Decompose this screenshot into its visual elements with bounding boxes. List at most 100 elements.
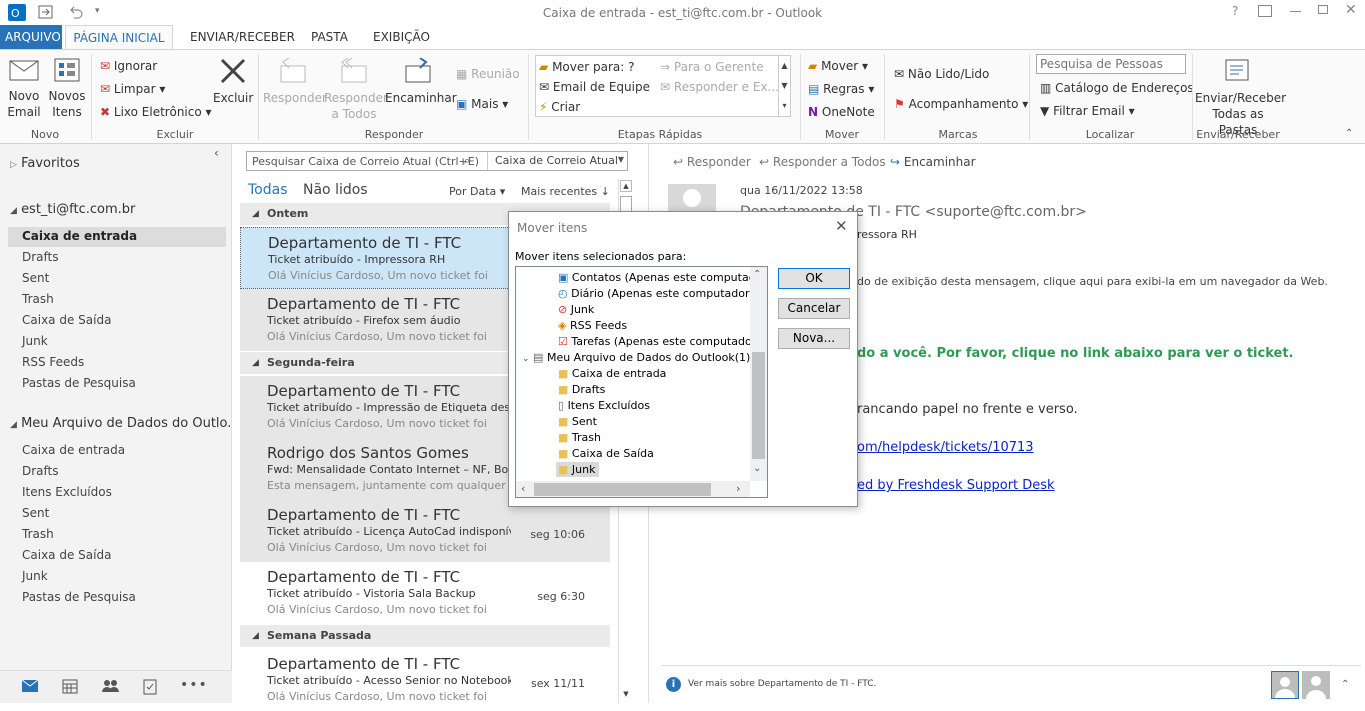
scroll-down-arrow[interactable]: ⌄ [753, 463, 761, 474]
scroll-thumb[interactable] [534, 483, 711, 496]
datafile-outbox[interactable]: Caixa de Saída [22, 548, 111, 562]
favorites-header[interactable]: ▷ Favoritos [10, 156, 80, 171]
reading-reply-all-button[interactable]: ↩ Responder a Todos [759, 155, 886, 169]
restore-icon[interactable] [1318, 5, 1328, 14]
datafile-search[interactable]: Pastas de Pesquisa [22, 590, 136, 604]
junk-button[interactable]: ✖ Lixo Eletrônico ▾ [100, 104, 212, 120]
tree-item-tasks[interactable]: ☑ Tarefas (Apenas este computador) [558, 335, 761, 348]
mail-icon[interactable] [21, 679, 39, 696]
mailbox-search-box[interactable]: Pesquisar Caixa de Correio Atual (Ctrl+E… [246, 151, 628, 171]
folder-outbox[interactable]: Caixa de Saída [22, 313, 111, 327]
ok-button[interactable]: OK [778, 268, 850, 289]
folder-inbox[interactable]: Caixa de entrada [22, 229, 137, 243]
follow-up-button[interactable]: ⚑ Acompanhamento ▾ [894, 96, 1028, 112]
quick-step-move-to[interactable]: ▰ Mover para: ? [539, 59, 634, 75]
sort-by-dropdown[interactable]: Por Data ▾ [449, 185, 505, 198]
rules-button[interactable]: ▤ Regras ▾ [808, 81, 874, 97]
datafile-deleted[interactable]: Itens Excluídos [22, 485, 112, 499]
tree-hscroll[interactable]: ‹ › [516, 481, 750, 497]
tasks-icon[interactable] [142, 677, 158, 698]
datafile-sent[interactable]: Sent [22, 506, 49, 520]
tree-item-drafts[interactable]: ■ Drafts [558, 383, 605, 396]
ribbon-display-icon[interactable] [1258, 5, 1272, 17]
dialog-close-icon[interactable]: ✕ [835, 217, 848, 235]
people-search-input[interactable] [1036, 54, 1186, 74]
people-pane-text[interactable]: Ver mais sobre Departamento de TI - FTC. [688, 679, 876, 689]
tab-view[interactable]: EXIBIÇÃO [367, 29, 436, 49]
unread-read-button[interactable]: ✉ Não Lido/Lido [894, 66, 989, 82]
group-header-semana[interactable]: ◢ Semana Passada [240, 625, 610, 647]
help-icon[interactable]: ? [1232, 4, 1238, 18]
folder-trash[interactable]: Trash [22, 292, 54, 306]
scroll-down-arrow[interactable]: ▼ [620, 689, 632, 701]
datafile-header[interactable]: ◢ Meu Arquivo de Dados do Outlo... [10, 416, 240, 431]
folder-search[interactable]: Pastas de Pesquisa [22, 376, 136, 390]
tab-file[interactable]: ARQUIVO [0, 25, 62, 49]
quick-step-reply-delete[interactable]: ✉ Responder e Ex... [660, 79, 779, 95]
move-button[interactable]: ▰ Mover ▾ [808, 58, 868, 74]
quick-step-create[interactable]: ⚡ Criar [539, 99, 580, 115]
tree-item-junk[interactable]: ⊘ Junk [558, 303, 594, 316]
cancel-button[interactable]: Cancelar [778, 298, 850, 319]
scroll-left-arrow[interactable]: ‹ [521, 482, 525, 495]
quick-step-team-email[interactable]: ✉ Email de Equipe [539, 79, 650, 95]
account-header[interactable]: ◢ est_ti@ftc.com.br [10, 202, 135, 217]
tree-item-contacts[interactable]: ▣ Contatos (Apenas este computador) [558, 271, 767, 284]
quick-step-to-manager[interactable]: ⇒ Para o Gerente [660, 59, 764, 75]
minimize-icon[interactable] [1290, 11, 1301, 12]
people-icon[interactable] [101, 678, 119, 697]
tree-item-rss[interactable]: ◈ RSS Feeds [558, 319, 627, 332]
tab-home[interactable]: PÁGINA INICIAL [65, 25, 173, 50]
people-avatar-1[interactable] [1271, 671, 1299, 699]
powered-by-link[interactable]: ed by Freshdesk Support Desk [857, 478, 1055, 493]
reply-all-button[interactable]: Responder a Todos [324, 57, 388, 122]
reply-button[interactable]: Responder [263, 57, 327, 106]
quick-steps-expand[interactable]: ▾ [778, 96, 790, 116]
info-bar-text[interactable]: do de exibição desta mensagem, clique aq… [857, 275, 1328, 288]
tree-item-outbox[interactable]: ■ Caixa de Saída [558, 447, 654, 460]
reading-reply-button[interactable]: ↩ Responder [673, 155, 751, 169]
datafile-trash[interactable]: Trash [22, 527, 54, 541]
more-respond-button[interactable]: ▣ Mais ▾ [456, 96, 508, 112]
more-apps-icon[interactable]: ••• [180, 677, 208, 693]
ignore-button[interactable]: ✉ Ignorar [100, 58, 157, 74]
new-folder-button[interactable]: Nova... [778, 328, 850, 349]
scroll-up-arrow[interactable]: ⌃ [753, 269, 761, 280]
collapse-ribbon-icon[interactable]: ⌃ [1345, 128, 1353, 139]
onenote-button[interactable]: N OneNote [808, 104, 875, 120]
scroll-up-arrow[interactable]: ▲ [620, 180, 632, 192]
tree-item-junk-selected[interactable]: ■ Junk [556, 462, 600, 477]
clean-up-button[interactable]: ✉ Limpar ▾ [100, 81, 165, 97]
tree-item-deleted[interactable]: ▯ Itens Excluídos [558, 399, 650, 412]
folder-rss[interactable]: RSS Feeds [22, 355, 84, 369]
message-item-7[interactable]: Departamento de TI - FTC Ticket atribuíd… [240, 649, 610, 711]
filter-unread[interactable]: Não lidos [303, 182, 368, 198]
address-book-button[interactable]: ▥ Catálogo de Endereços [1040, 80, 1194, 96]
close-window-icon[interactable]: ✕ [1345, 2, 1357, 18]
datafile-inbox[interactable]: Caixa de entrada [22, 443, 125, 457]
scroll-thumb[interactable] [752, 352, 765, 459]
tree-item-trash[interactable]: ■ Trash [558, 431, 601, 444]
forward-button[interactable]: Encaminhar [385, 57, 457, 106]
filter-email-button[interactable]: ▼ Filtrar Email ▾ [1040, 103, 1135, 119]
datafile-junk[interactable]: Junk [22, 569, 48, 583]
meeting-button[interactable]: ▦ Reunião [456, 66, 520, 82]
collapse-folder-pane-icon[interactable]: ‹ [214, 146, 219, 160]
tree-item-sent[interactable]: ■ Sent [558, 415, 597, 428]
tree-item-inbox[interactable]: ■ Caixa de entrada [558, 367, 666, 380]
sort-order-button[interactable]: Mais recentes ↓ [521, 185, 610, 198]
datafile-drafts[interactable]: Drafts [22, 464, 59, 478]
calendar-icon[interactable] [62, 678, 78, 697]
filter-all[interactable]: Todas [248, 182, 288, 198]
ticket-link[interactable]: om/helpdesk/tickets/10713 [857, 440, 1034, 455]
quick-steps-scroll-up[interactable]: ▲ [778, 56, 790, 76]
quick-steps-scroll-down[interactable]: ▼ [778, 76, 790, 96]
delete-button[interactable]: Excluir [213, 58, 253, 106]
folder-junk[interactable]: Junk [22, 334, 48, 348]
search-scope-dropdown[interactable]: Caixa de Correio Atual ▼ [487, 152, 628, 170]
tree-vscroll[interactable]: ⌃ ⌄ [750, 267, 767, 481]
tab-folder[interactable]: PASTA [305, 29, 354, 49]
tree-item-journal[interactable]: ◴ Diário (Apenas este computador) [558, 287, 754, 300]
new-email-button[interactable]: Novo Email [4, 58, 44, 120]
message-item-6[interactable]: Departamento de TI - FTC Ticket atribuíd… [240, 562, 610, 624]
